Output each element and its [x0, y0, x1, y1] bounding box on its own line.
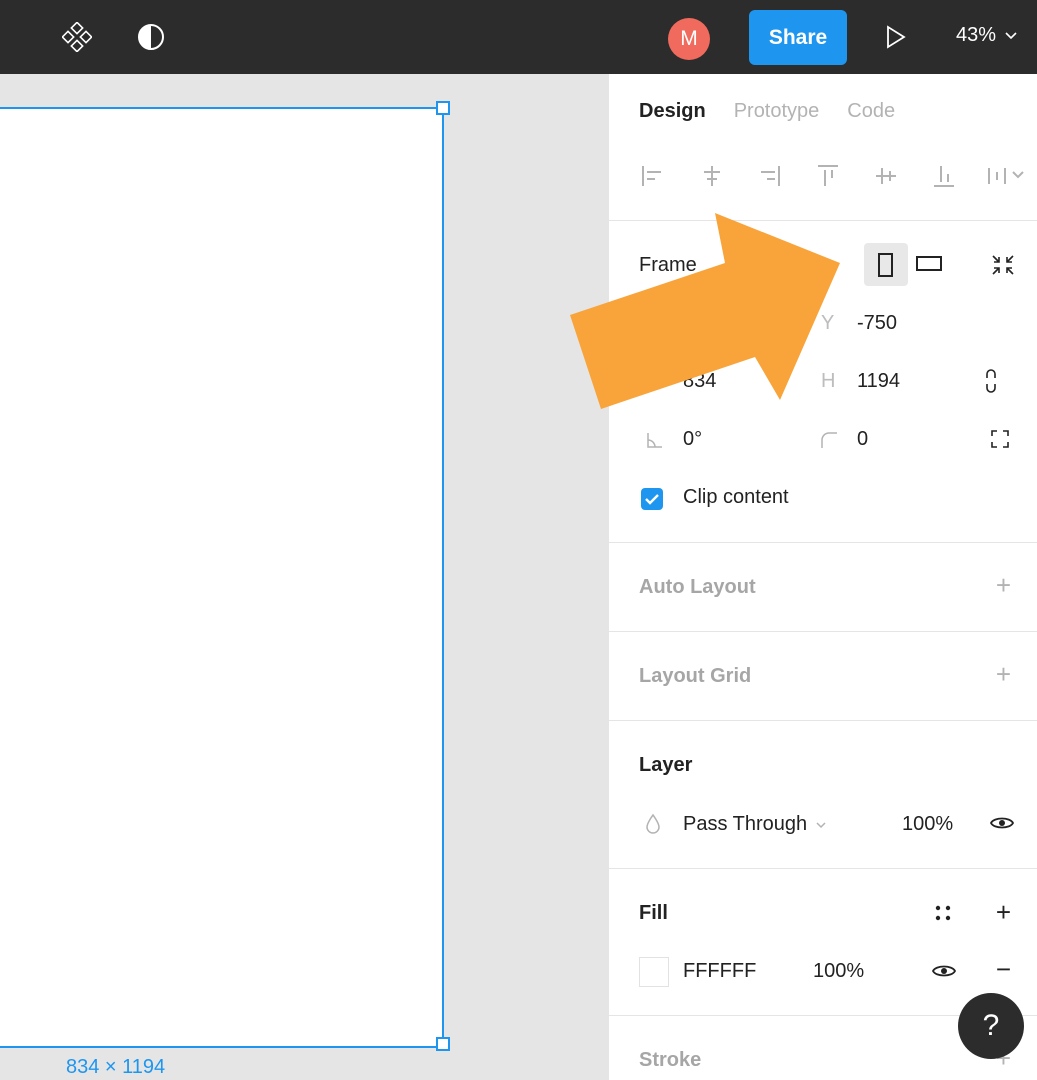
check-icon — [645, 494, 659, 505]
resize-handle-top-right[interactable] — [436, 101, 450, 115]
tab-prototype[interactable]: Prototype — [734, 100, 820, 123]
blend-mode-value: Pass Through — [683, 813, 808, 835]
resize-handle-bottom-right[interactable] — [436, 1037, 450, 1051]
h-value[interactable]: 1194 — [857, 370, 900, 393]
canvas[interactable]: 834 × 1194 — [0, 74, 609, 1080]
selected-frame[interactable] — [0, 107, 444, 1048]
remove-fill-button[interactable]: − — [996, 956, 1011, 982]
layer-title: Layer — [639, 754, 693, 776]
chevron-down-icon — [816, 821, 826, 828]
tab-code[interactable]: Code — [847, 100, 895, 123]
top-toolbar: M Share 43% — [0, 0, 1037, 74]
clip-content-checkbox[interactable] — [641, 488, 663, 510]
layout-grid-title: Layout Grid — [639, 665, 752, 687]
independent-corners-icon[interactable] — [989, 428, 1011, 450]
constrain-proportions-icon[interactable] — [983, 368, 999, 394]
portrait-icon — [878, 253, 893, 277]
eye-icon[interactable] — [931, 962, 957, 980]
auto-layout-title: Auto Layout — [639, 576, 756, 598]
fill-hex-value[interactable]: FFFFFF — [683, 960, 756, 983]
divider — [609, 868, 1037, 869]
corner-radius-icon — [821, 432, 837, 448]
layer-opacity-value[interactable]: 100% — [902, 813, 953, 836]
component-icon[interactable] — [62, 22, 92, 52]
eye-icon[interactable] — [989, 814, 1015, 832]
align-horizontal-center-icon[interactable] — [699, 162, 725, 190]
chevron-down-icon — [1005, 31, 1017, 39]
landscape-icon[interactable] — [915, 254, 943, 274]
contrast-icon[interactable] — [136, 22, 166, 52]
annotation-arrow-icon — [570, 213, 840, 409]
align-right-icon[interactable] — [757, 162, 783, 190]
add-fill-button[interactable]: + — [996, 899, 1011, 925]
divider — [609, 720, 1037, 721]
help-button[interactable]: ? — [958, 993, 1024, 1059]
resize-to-fit-icon[interactable] — [989, 252, 1017, 278]
stroke-title: Stroke — [639, 1049, 702, 1071]
zoom-dropdown[interactable]: 43% — [956, 24, 1018, 47]
corner-radius-value[interactable]: 0 — [857, 428, 868, 451]
rotation-value[interactable]: 0° — [683, 428, 702, 451]
add-layout-grid-button[interactable]: + — [996, 661, 1011, 687]
fill-color-swatch[interactable] — [639, 957, 669, 987]
align-top-icon[interactable] — [815, 162, 841, 190]
align-left-icon[interactable] — [639, 162, 665, 190]
fill-opacity-value[interactable]: 100% — [813, 960, 864, 983]
divider — [609, 631, 1037, 632]
y-value[interactable]: -750 — [857, 312, 897, 335]
divider — [609, 542, 1037, 543]
align-vertical-center-icon[interactable] — [873, 162, 899, 190]
tab-design[interactable]: Design — [639, 100, 706, 123]
blend-mode-dropdown[interactable]: Pass Through — [683, 813, 827, 836]
distribute-icon[interactable] — [985, 162, 1029, 190]
fill-title: Fill — [639, 902, 668, 924]
blend-mode-icon — [646, 813, 660, 834]
share-button[interactable]: Share — [749, 10, 847, 65]
styles-icon[interactable] — [933, 903, 953, 923]
avatar[interactable]: M — [668, 18, 710, 60]
frame-size-label: 834 × 1194 — [66, 1056, 166, 1078]
rotation-icon — [647, 433, 662, 448]
alignment-toolbar — [639, 162, 1029, 192]
add-auto-layout-button[interactable]: + — [996, 572, 1011, 598]
clip-content-label: Clip content — [683, 486, 789, 508]
align-bottom-icon[interactable] — [931, 162, 957, 190]
play-icon[interactable] — [884, 24, 908, 55]
panel-tabs: Design Prototype Code — [639, 100, 895, 123]
zoom-label: 43% — [956, 24, 997, 46]
